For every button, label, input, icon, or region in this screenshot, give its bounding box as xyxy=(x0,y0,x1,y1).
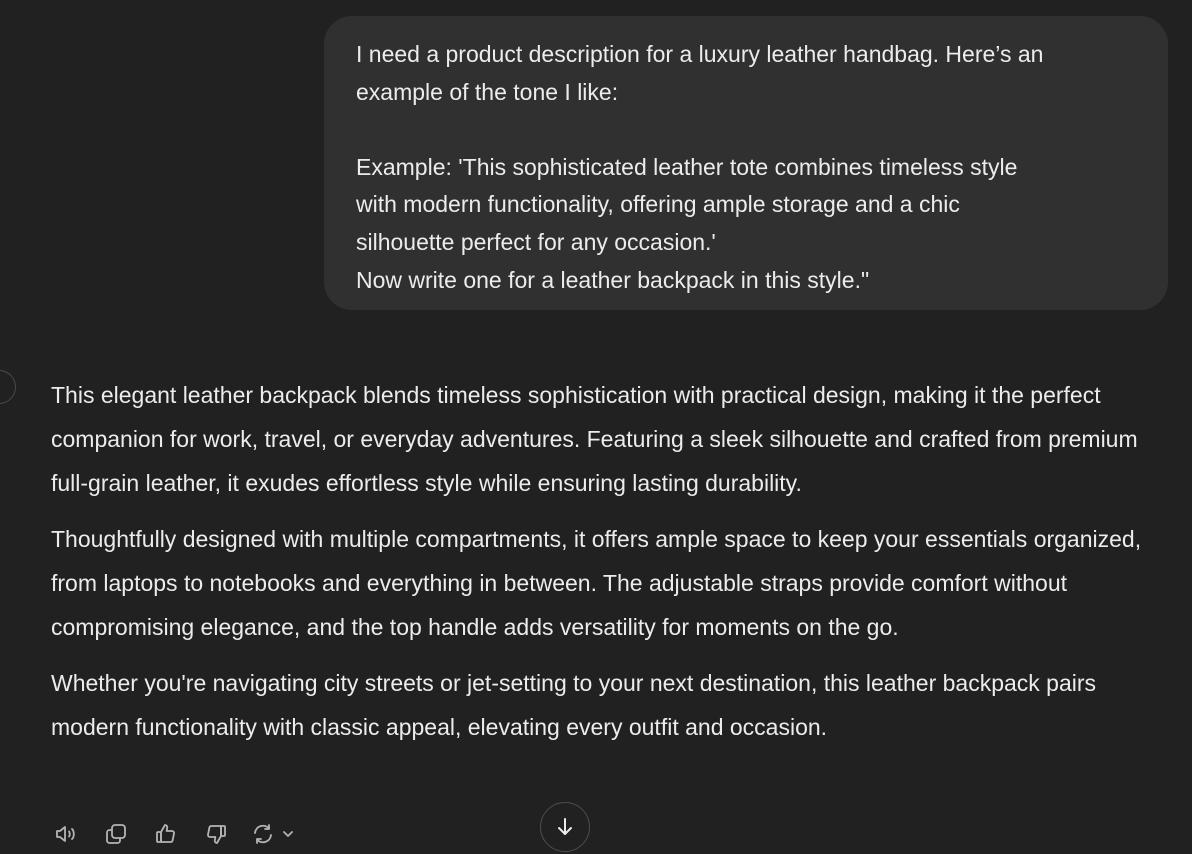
user-message-blank-line xyxy=(356,111,1138,149)
user-message-line: with modern functionality, offering ampl… xyxy=(356,191,960,218)
user-message-line: I need a product description for a luxur… xyxy=(356,41,1044,67)
bad-response-button[interactable] xyxy=(200,818,232,850)
assistant-avatar xyxy=(0,370,16,404)
assistant-message: This elegant leather backpack blends tim… xyxy=(51,373,1176,761)
chat-page: I need a product description for a luxur… xyxy=(0,0,1192,854)
regenerate-icon xyxy=(254,824,293,844)
speaker-icon xyxy=(56,826,75,842)
copy-icon xyxy=(106,824,126,844)
scroll-to-bottom-button[interactable] xyxy=(540,802,590,852)
assistant-paragraph: Thoughtfully designed with multiple comp… xyxy=(51,526,1142,640)
thumbs-up-icon xyxy=(156,824,175,843)
assistant-paragraph: This elegant leather backpack blends tim… xyxy=(51,382,1138,496)
message-actions-bar xyxy=(50,816,302,852)
user-message-line: example of the tone I like: xyxy=(356,78,619,105)
read-aloud-button[interactable] xyxy=(50,818,82,850)
arrow-down-icon xyxy=(558,818,572,835)
regenerate-button[interactable] xyxy=(250,818,302,850)
user-message-bubble: I need a product description for a luxur… xyxy=(324,16,1168,310)
user-message-line: Example: 'This sophisticated leather tot… xyxy=(356,153,1018,180)
copy-button[interactable] xyxy=(100,818,132,850)
user-message-line: silhouette perfect for any occasion.' xyxy=(356,228,716,255)
thumbs-down-icon xyxy=(207,825,226,844)
assistant-paragraph: Whether you're navigating city streets o… xyxy=(51,670,1097,740)
good-response-button[interactable] xyxy=(150,818,182,850)
user-message-line: Now write one for a leather backpack in … xyxy=(356,266,870,293)
